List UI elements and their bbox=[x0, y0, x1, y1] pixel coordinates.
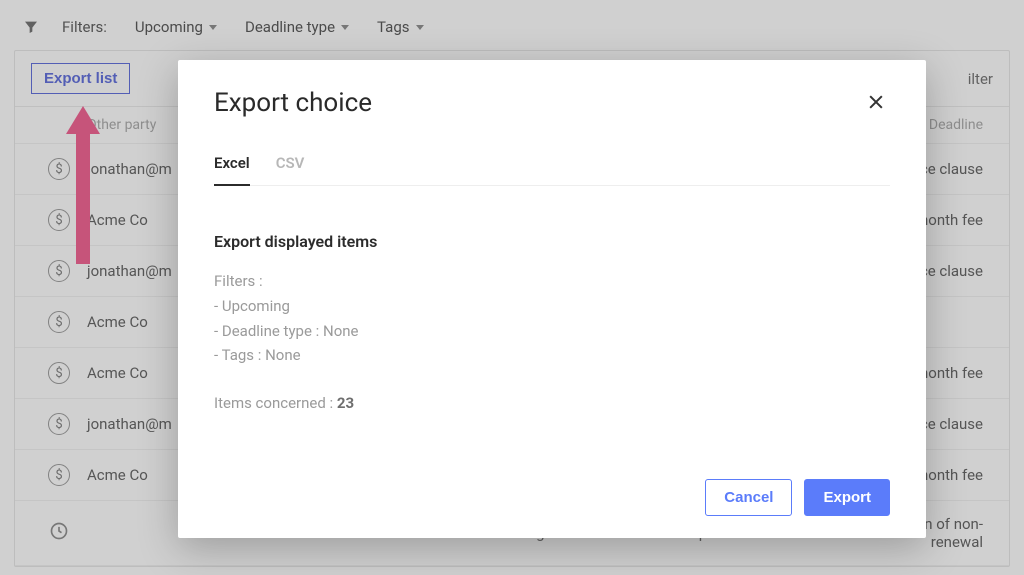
export-filters-summary: Filters : - Upcoming - Deadline type : N… bbox=[214, 269, 890, 368]
modal-footer: Cancel Export bbox=[214, 479, 890, 516]
items-concerned-count: 23 bbox=[337, 394, 354, 412]
modal-title: Export choice bbox=[214, 88, 862, 118]
tab-csv[interactable]: CSV bbox=[276, 154, 305, 185]
export-format-tabs: Excel CSV bbox=[214, 154, 890, 186]
export-button[interactable]: Export bbox=[804, 479, 890, 516]
export-filter-line: - Upcoming bbox=[214, 294, 890, 319]
items-concerned: Items concerned : 23 bbox=[214, 394, 890, 412]
export-subtitle: Export displayed items bbox=[214, 232, 890, 251]
items-concerned-label: Items concerned : bbox=[214, 394, 337, 412]
export-modal: Export choice Excel CSV Export displayed… bbox=[178, 60, 926, 538]
export-filter-line: - Deadline type : None bbox=[214, 319, 890, 344]
tab-excel[interactable]: Excel bbox=[214, 154, 250, 186]
export-filters-label: Filters : bbox=[214, 269, 890, 294]
cancel-button[interactable]: Cancel bbox=[705, 479, 792, 516]
export-filter-line: - Tags : None bbox=[214, 343, 890, 368]
page-root: Filters: Upcoming Deadline type Tags Exp… bbox=[0, 0, 1024, 575]
close-icon[interactable] bbox=[862, 88, 890, 116]
